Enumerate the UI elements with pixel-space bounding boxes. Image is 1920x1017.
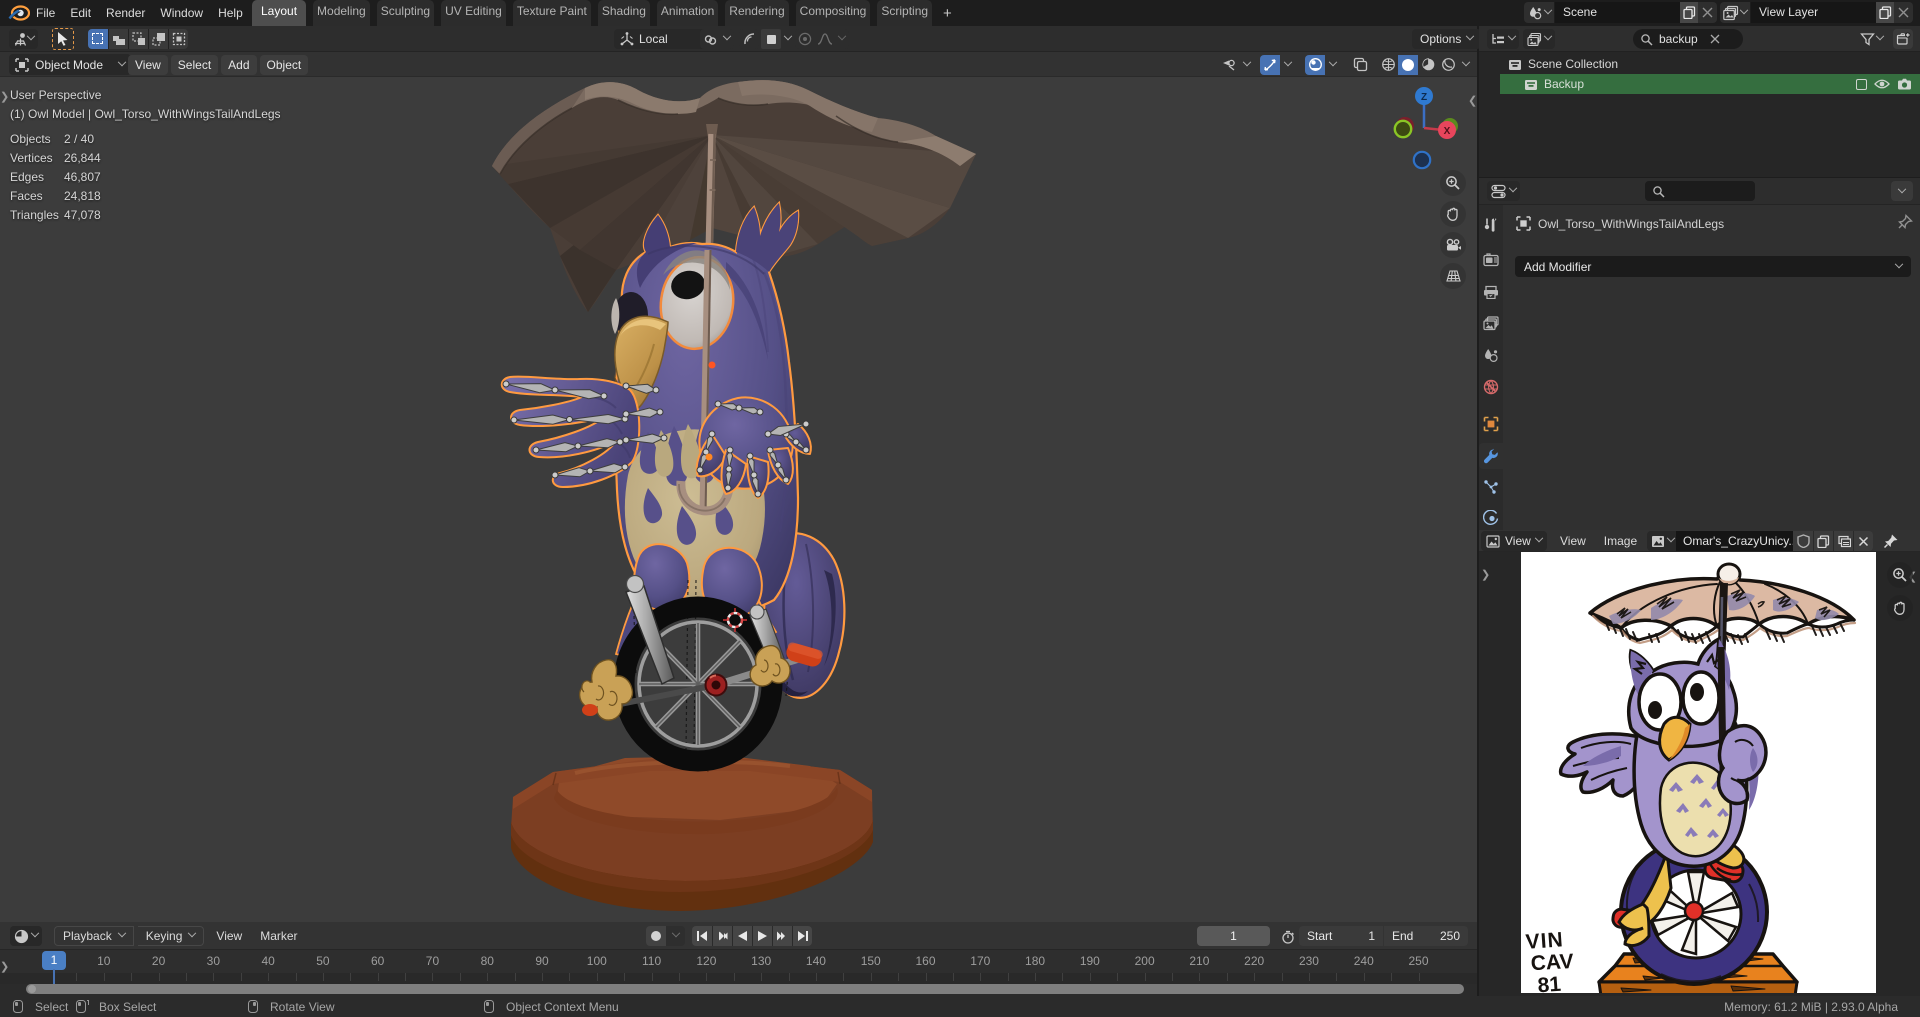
svg-text:CAV: CAV — [1530, 950, 1574, 975]
svg-text:Z: Z — [1421, 92, 1427, 103]
svg-text:X: X — [1444, 126, 1451, 137]
svg-text:81: 81 — [1537, 973, 1562, 993]
